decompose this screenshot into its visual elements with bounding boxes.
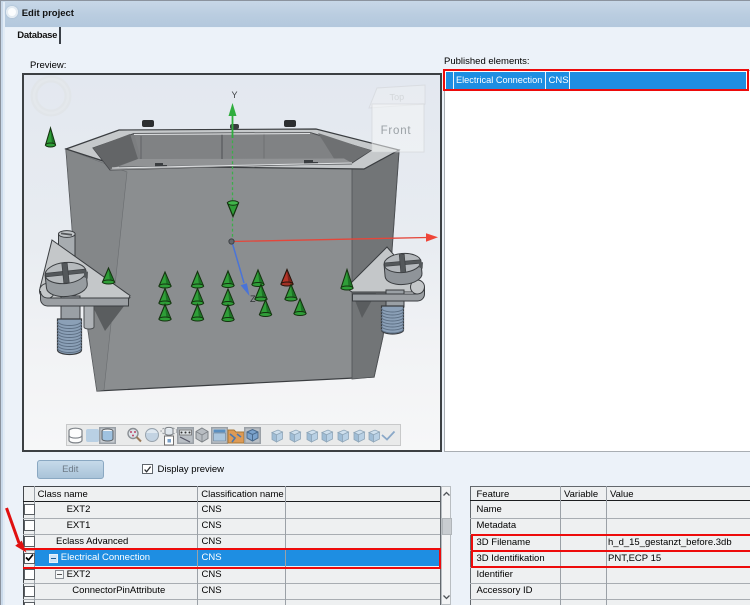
svg-text:Top: Top bbox=[389, 92, 404, 103]
svg-text:Y: Y bbox=[231, 90, 237, 100]
svg-text:Front: Front bbox=[381, 125, 412, 137]
